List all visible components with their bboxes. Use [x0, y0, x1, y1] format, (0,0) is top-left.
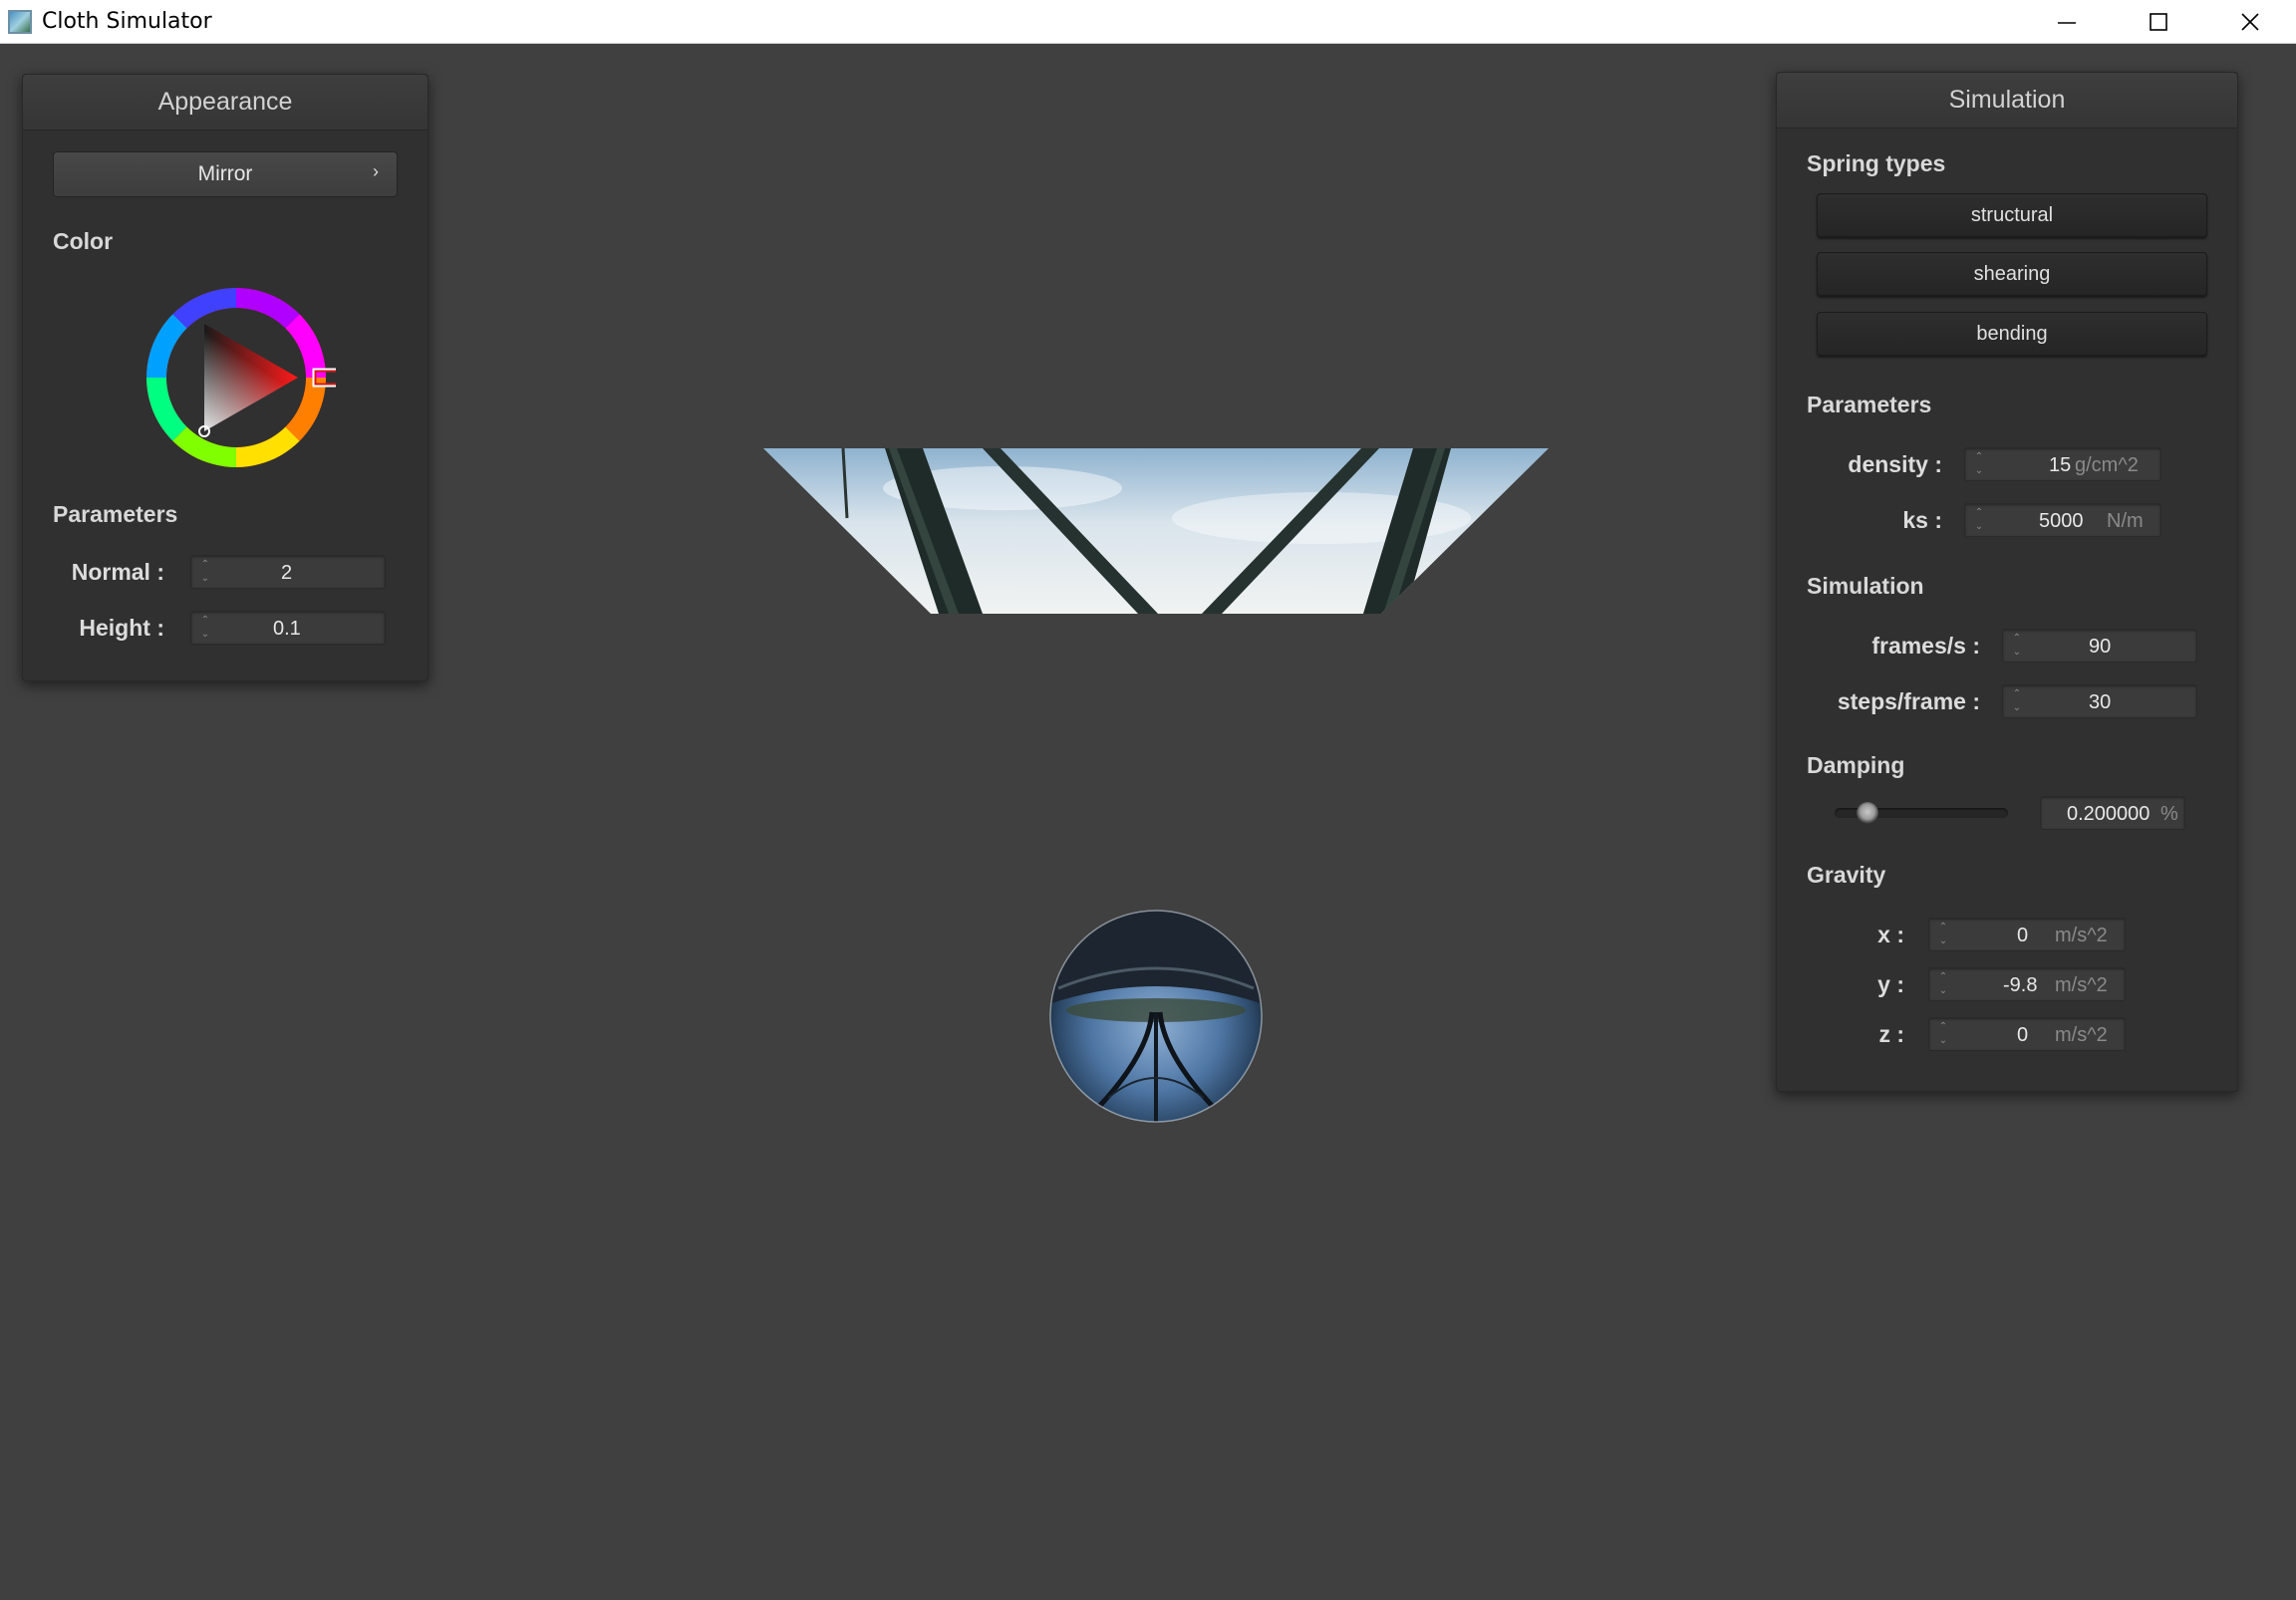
damping-label: Damping	[1807, 752, 1905, 778]
gravity-z-spinbox[interactable]: ⌃ ⌄ 0 m/s^2	[1928, 1017, 2126, 1051]
window-controls	[2021, 0, 2296, 44]
app-icon	[8, 9, 32, 34]
close-button[interactable]	[2204, 0, 2296, 44]
damping-value: 0.200000	[2067, 803, 2151, 825]
ks-unit: N/m	[2107, 510, 2144, 532]
density-value: 15	[2049, 454, 2072, 476]
mirror-sphere	[1049, 910, 1263, 1123]
normal-spinbox[interactable]: ⌃ ⌄ 2	[190, 555, 386, 589]
density-spinbox[interactable]: ⌃ ⌄ 15 g/cm^2	[1964, 447, 2161, 481]
color-label: Color	[53, 228, 114, 254]
color-wheel[interactable]	[137, 278, 336, 477]
gravity-y-label: y :	[1877, 971, 1904, 997]
damping-unit: %	[2160, 803, 2178, 825]
normal-label: Normal :	[71, 559, 164, 585]
height-spinbox[interactable]: ⌃ ⌄ 0.1	[190, 611, 386, 645]
frames-per-second-spinbox[interactable]: ⌃ ⌄ 90	[2002, 629, 2197, 663]
spinner-arrows-icon[interactable]: ⌃ ⌄	[2011, 633, 2023, 659]
gravity-y-value: -9.8	[2003, 974, 2038, 996]
chevron-right-icon: ›	[373, 161, 379, 181]
gravity-x-unit: m/s^2	[2055, 925, 2108, 946]
height-value: 0.1	[273, 618, 301, 640]
spinner-arrows-icon[interactable]: ⌃ ⌄	[1973, 507, 1985, 533]
spinner-arrows-icon[interactable]: ⌃ ⌄	[1937, 922, 1949, 947]
ks-value: 5000	[2039, 510, 2084, 532]
steps-per-frame-label: steps/frame :	[1837, 688, 1980, 714]
gravity-z-unit: m/s^2	[2055, 1024, 2108, 1046]
density-label: density :	[1848, 451, 1942, 477]
damping-slider-handle[interactable]	[1857, 802, 1878, 824]
mirror-cloth	[763, 448, 1549, 614]
bending-button[interactable]: bending	[1817, 312, 2207, 356]
appearance-panel: Appearance Mirror › Color Parameters Nor…	[22, 74, 429, 681]
gravity-label: Gravity	[1807, 862, 1886, 888]
render-viewport[interactable]: Appearance Mirror › Color Parameters Nor…	[0, 44, 2296, 1600]
gravity-z-label: z :	[1878, 1021, 1904, 1047]
spinner-arrows-icon[interactable]: ⌃ ⌄	[2011, 688, 2023, 714]
gravity-y-unit: m/s^2	[2055, 974, 2108, 996]
appearance-panel-title[interactable]: Appearance	[23, 75, 428, 131]
close-icon	[2241, 13, 2259, 31]
ks-spinbox[interactable]: ⌃ ⌄ 5000 N/m	[1964, 503, 2161, 537]
spinner-arrows-icon[interactable]: ⌃ ⌄	[199, 559, 211, 585]
steps-per-frame-spinbox[interactable]: ⌃ ⌄ 30	[2002, 684, 2197, 718]
gravity-z-value: 0	[2017, 1024, 2029, 1046]
maximize-icon	[2150, 13, 2167, 31]
spinner-arrows-icon[interactable]: ⌃ ⌄	[199, 615, 211, 641]
shader-select[interactable]: Mirror ›	[53, 151, 398, 197]
spring-types-label: Spring types	[1807, 150, 1946, 176]
spinner-arrows-icon[interactable]: ⌃ ⌄	[1937, 1021, 1949, 1047]
shearing-button[interactable]: shearing	[1817, 252, 2207, 296]
gravity-y-spinbox[interactable]: ⌃ ⌄ -9.8 m/s^2	[1928, 967, 2126, 1001]
title-bar: Cloth Simulator	[0, 0, 2296, 44]
maximize-button[interactable]	[2113, 0, 2204, 44]
height-label: Height :	[79, 615, 164, 641]
simulation-panel-title[interactable]: Simulation	[1777, 73, 2237, 129]
gravity-x-value: 0	[2017, 925, 2029, 946]
frames-per-second-label: frames/s :	[1871, 633, 1980, 659]
window-title: Cloth Simulator	[42, 9, 212, 34]
appearance-parameters-label: Parameters	[53, 501, 178, 527]
simulation-parameters-label: Parameters	[1807, 392, 1932, 417]
structural-button[interactable]: structural	[1817, 193, 2207, 237]
simulation-section-label: Simulation	[1807, 573, 1924, 599]
ks-label: ks :	[1902, 507, 1942, 533]
normal-value: 2	[281, 562, 293, 584]
simulation-panel: Simulation Spring types structural shear…	[1776, 72, 2238, 1092]
frames-per-second-value: 90	[2089, 636, 2112, 658]
density-unit: g/cm^2	[2075, 454, 2139, 476]
minimize-icon	[2058, 22, 2076, 24]
spinner-arrows-icon[interactable]: ⌃ ⌄	[1973, 451, 1985, 477]
damping-textbox[interactable]: 0.200000 %	[2040, 796, 2185, 830]
shader-select-value: Mirror	[197, 162, 253, 185]
spinner-arrows-icon[interactable]: ⌃ ⌄	[1937, 971, 1949, 997]
gravity-x-spinbox[interactable]: ⌃ ⌄ 0 m/s^2	[1928, 918, 2126, 951]
minimize-button[interactable]	[2021, 0, 2113, 44]
gravity-x-label: x :	[1877, 922, 1904, 947]
steps-per-frame-value: 30	[2089, 691, 2112, 713]
